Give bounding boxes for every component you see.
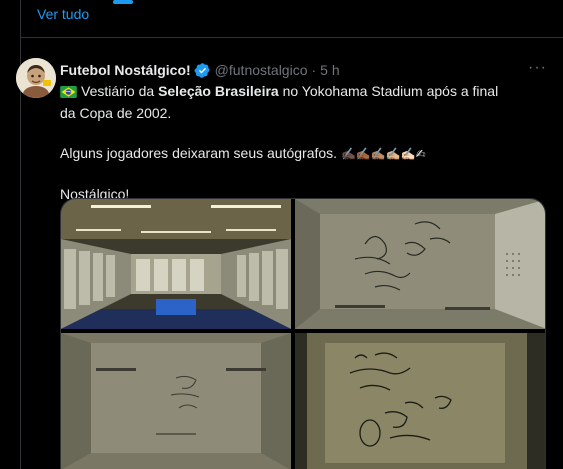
- tweet-line-2: Alguns jogadores deixaram seus autógrafo…: [60, 143, 500, 164]
- tweet-text-part: Alguns jogadores deixaram seus autógrafo…: [60, 145, 338, 161]
- author-handle[interactable]: @futnostalgico: [215, 62, 308, 78]
- brazil-flag-icon: [60, 83, 77, 103]
- photo-signed-wall-2[interactable]: [61, 333, 291, 469]
- divider: [21, 37, 563, 38]
- timestamp[interactable]: 5 h: [320, 62, 339, 78]
- tweet-text-part: Vestiário da: [81, 83, 159, 99]
- avatar[interactable]: [16, 58, 56, 98]
- separator-dot: ·: [311, 62, 317, 78]
- tweet-text-bold: Seleção Brasileira: [158, 83, 279, 99]
- tweet-header: Futebol Nostálgico! @futnostalgico · 5 h…: [60, 59, 547, 79]
- photo-signed-wall-3[interactable]: [295, 333, 545, 469]
- tab-indicator: [113, 0, 133, 4]
- tweet-text: Vestiário da Seleção Brasileira no Yokoh…: [60, 81, 500, 204]
- photo-signed-wall-1[interactable]: [295, 199, 545, 329]
- tweet-line-1: Vestiário da Seleção Brasileira no Yokoh…: [60, 81, 500, 123]
- media-grid: [60, 198, 546, 469]
- ver-tudo-link[interactable]: Ver tudo: [37, 6, 89, 22]
- photo-locker-room-wide[interactable]: [61, 199, 291, 329]
- more-options-icon[interactable]: ···: [528, 59, 547, 77]
- verified-badge-icon[interactable]: [194, 62, 211, 79]
- writing-hand-emojis: ✍🏿✍🏾✍🏽✍🏼✍🏻✍: [340, 147, 426, 161]
- author-name[interactable]: Futebol Nostálgico!: [60, 62, 191, 78]
